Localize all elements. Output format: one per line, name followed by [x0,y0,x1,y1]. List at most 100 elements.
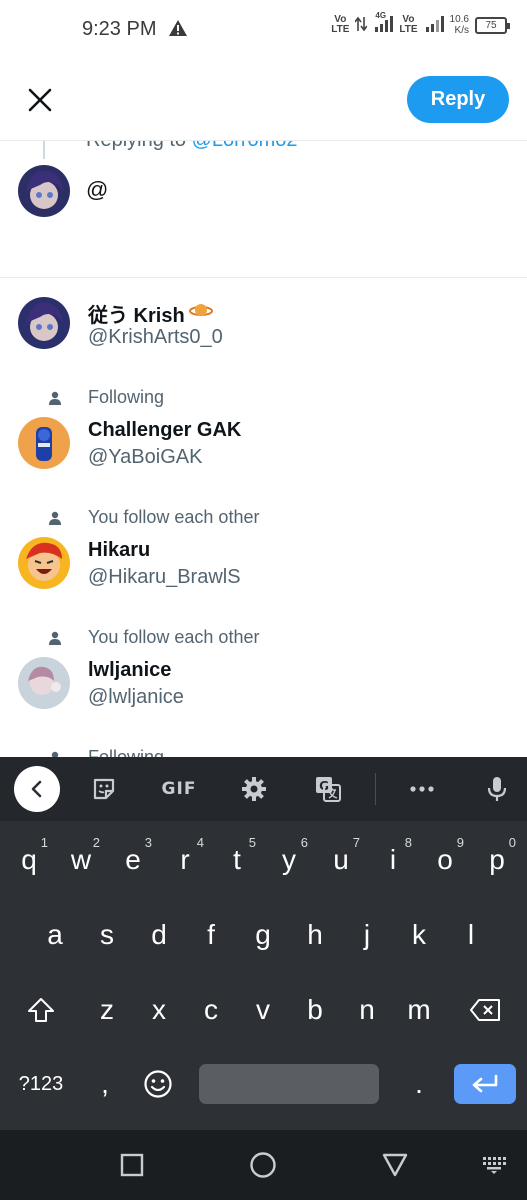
settings-button[interactable] [232,769,276,809]
chevron-left-icon [31,780,42,798]
key-a[interactable]: a [30,906,80,964]
home-button[interactable] [248,1150,278,1180]
enter-icon [472,1074,498,1093]
replying-to: Replying to @Lorromo2 [86,141,298,152]
more-button[interactable] [400,769,444,809]
toolbar-back-button[interactable] [14,766,60,812]
key-q[interactable]: q1 [4,831,54,889]
translate-button[interactable]: G [306,769,350,809]
replying-handle[interactable]: @Lorromo2 [192,141,298,151]
social-context: Following [88,387,165,407]
close-icon [28,88,52,112]
key-j[interactable]: j [342,906,392,964]
system-nav-bar [0,1130,527,1200]
backspace-key[interactable] [456,981,514,1039]
display-name: 従う Krish [88,305,185,327]
warning-icon [168,19,188,42]
key-m[interactable]: m [394,981,444,1039]
voice-input-button[interactable] [475,769,519,809]
user-handle: @KrishArts0_0 [88,326,223,348]
planet-emoji-icon [188,301,213,327]
key-v[interactable]: v [238,981,288,1039]
keyboard-switch-button[interactable] [479,1150,509,1180]
suggestion-item[interactable]: You follow each other Hikaru @Hikaru_Bra… [0,499,527,619]
mic-icon [487,777,507,801]
back-triangle-icon [382,1153,408,1177]
key-y[interactable]: y6 [264,831,314,889]
emoji-key[interactable] [132,1055,184,1113]
back-button[interactable] [380,1150,410,1180]
key-c[interactable]: c [186,981,236,1039]
volte-sim1: Vo LTE [331,14,350,35]
key-l[interactable]: l [446,906,496,964]
person-icon [48,747,62,757]
mention-suggestions: 従う Krish @KrishArts0_0 Following Challen… [0,279,527,757]
tweet-text-input[interactable]: @ [86,177,108,203]
key-i[interactable]: i8 [368,831,418,889]
key-b[interactable]: b [290,981,340,1039]
key-s[interactable]: s [82,906,132,964]
space-key[interactable] [199,1064,379,1104]
close-button[interactable] [22,82,58,118]
network-speed: 10.6 K/s [449,14,469,36]
key-u[interactable]: u7 [316,831,366,889]
period-key[interactable]: . [394,1055,444,1113]
avatar [18,417,70,469]
data-arrows-icon [354,16,369,35]
recents-square-icon [120,1153,144,1177]
thread-line [43,141,45,159]
social-context: Following [88,747,165,757]
sticker-icon [93,778,115,800]
key-t[interactable]: t5 [212,831,262,889]
display-name: Challenger GAK [88,419,242,441]
keyboard-switch-icon [483,1157,506,1174]
key-p[interactable]: p0 [472,831,522,889]
status-indicators: Vo LTE 4G Vo LTE 10.6 K/s 75 [331,11,510,36]
soft-keyboard: GIF G q1 w2 e3 r4 t5 y6 u7 i8 o9 p0 a s … [0,757,527,1130]
user-handle: @Hikaru_BrawlS [88,566,241,588]
recents-button[interactable] [117,1150,147,1180]
user-avatar [18,165,70,217]
compose-area: Replying to @Lorromo2 @ [0,140,527,278]
display-name: lwljanice [88,659,172,681]
person-icon [48,507,62,529]
key-z[interactable]: z [82,981,132,1039]
sticker-button[interactable] [82,769,126,809]
gear-icon [242,777,266,801]
shift-key[interactable] [12,981,70,1039]
key-r[interactable]: r4 [160,831,210,889]
comma-key[interactable]: , [80,1055,130,1113]
avatar [18,297,70,349]
reply-button[interactable]: Reply [407,76,509,123]
battery-icon: 75 [475,16,510,34]
suggestion-item[interactable]: 従う Krish @KrishArts0_0 [0,279,527,379]
suggestion-item[interactable]: Following [0,739,527,757]
key-h[interactable]: h [290,906,340,964]
key-f[interactable]: f [186,906,236,964]
gif-button[interactable]: GIF [157,769,201,809]
display-name: Hikaru [88,539,151,561]
key-x[interactable]: x [134,981,184,1039]
more-icon [410,786,434,792]
key-g[interactable]: g [238,906,288,964]
key-w[interactable]: w2 [56,831,106,889]
shift-icon [28,998,54,1022]
key-o[interactable]: o9 [420,831,470,889]
volte-sim2: Vo LTE [399,14,418,35]
person-icon [48,627,62,649]
avatar [18,657,70,709]
home-circle-icon [250,1152,276,1178]
key-e[interactable]: e3 [108,831,158,889]
suggestion-item[interactable]: Following Challenger GAK @YaBoiGAK [0,379,527,499]
suggestion-item[interactable]: You follow each other lwljanice @lwljani… [0,619,527,739]
person-icon [48,387,62,409]
user-handle: @YaBoiGAK [88,446,203,468]
symbols-key[interactable]: ?123 [6,1055,76,1113]
key-n[interactable]: n [342,981,392,1039]
key-d[interactable]: d [134,906,184,964]
translate-icon: G [316,777,341,802]
enter-key[interactable] [454,1064,516,1104]
keyboard-toolbar: GIF G [0,757,527,821]
compose-header: Reply [0,60,527,140]
key-k[interactable]: k [394,906,444,964]
